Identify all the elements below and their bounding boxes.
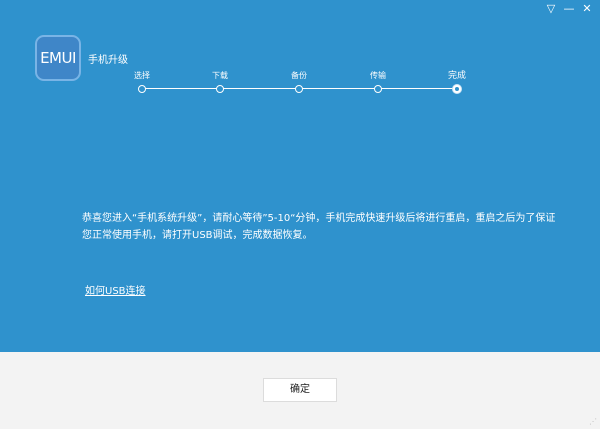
progress-steps: 选择 下载 备份 传输 完成 <box>134 70 466 100</box>
step-label: 选择 <box>134 71 150 80</box>
step-dot <box>138 85 146 93</box>
step-dot <box>295 85 303 93</box>
step-dot <box>216 85 224 93</box>
step-transfer: 传输 <box>348 70 408 93</box>
step-select: 选择 <box>112 70 172 93</box>
step-label: 下载 <box>212 71 228 80</box>
step-dot-current <box>452 84 462 94</box>
step-dot <box>374 85 382 93</box>
step-complete: 完成 <box>427 70 487 94</box>
step-label: 备份 <box>291 71 307 80</box>
window-controls: ▽ — ✕ <box>544 3 594 15</box>
minimize-icon[interactable]: — <box>562 3 576 15</box>
step-download: 下载 <box>190 70 250 93</box>
step-label: 传输 <box>370 71 386 80</box>
close-icon[interactable]: ✕ <box>580 3 594 15</box>
upgrade-window: ▽ — ✕ EMUI 手机升级 选择 下载 备份 传输 完成 恭喜您进入“手机系… <box>0 0 600 429</box>
resize-grip-icon[interactable]: ⋰ <box>589 417 597 426</box>
app-title: 手机升级 <box>88 55 128 66</box>
step-backup: 备份 <box>269 70 329 93</box>
emui-logo: EMUI <box>35 35 81 81</box>
status-message: 恭喜您进入“手机系统升级”，请耐心等待”5-10“分钟，手机完成快速升级后将进行… <box>82 213 556 241</box>
step-label: 完成 <box>447 71 466 81</box>
confirm-button[interactable]: 确定 <box>263 378 337 402</box>
usb-connection-help-link[interactable]: 如何USB连接 <box>85 282 146 297</box>
main-panel: ▽ — ✕ EMUI 手机升级 选择 下载 备份 传输 完成 恭喜您进入“手机系… <box>0 0 600 352</box>
dropdown-icon[interactable]: ▽ <box>544 3 558 15</box>
